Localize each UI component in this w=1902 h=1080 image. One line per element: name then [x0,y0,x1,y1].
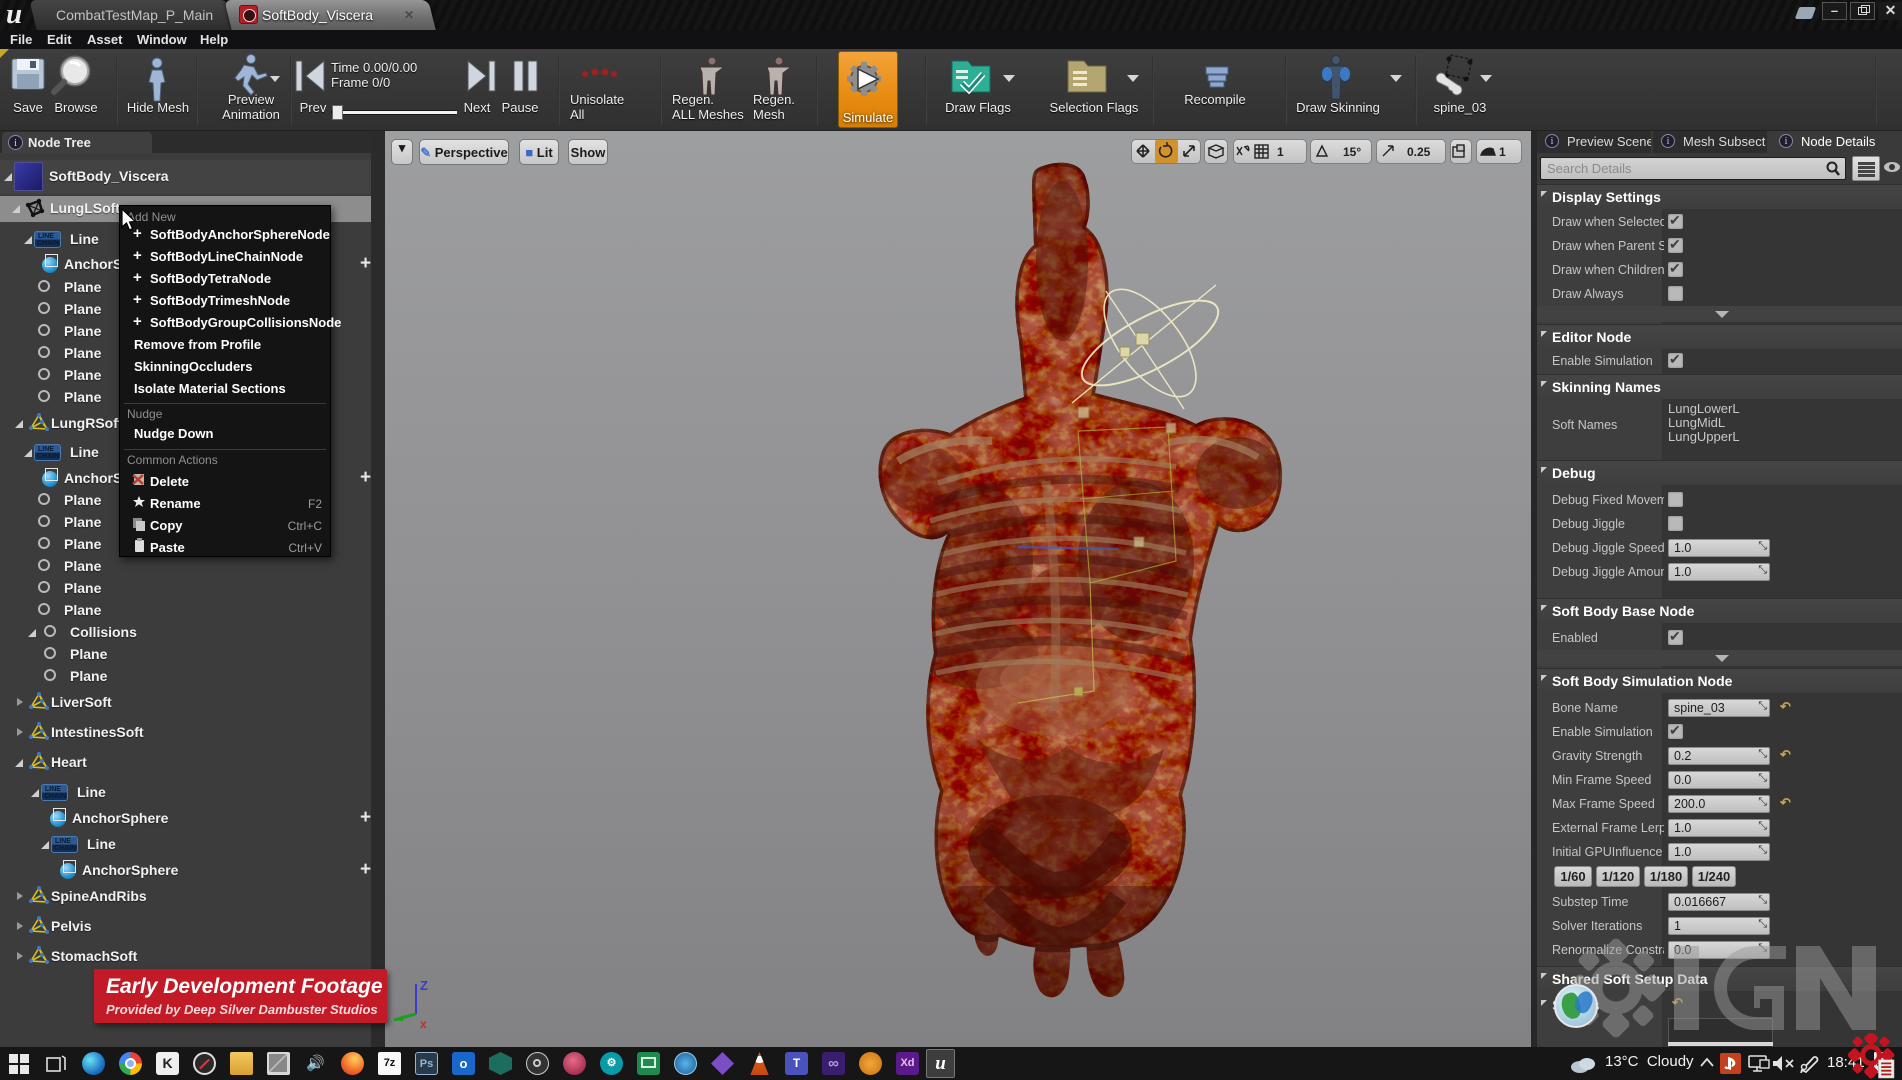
svg-text:1: 1 [1277,145,1284,159]
svg-text:Z: Z [420,978,428,993]
svg-text:1: 1 [1499,145,1506,159]
svg-text:15°: 15° [1343,145,1361,159]
svg-text:x: x [420,1017,427,1031]
svg-text:0.25: 0.25 [1407,145,1431,159]
